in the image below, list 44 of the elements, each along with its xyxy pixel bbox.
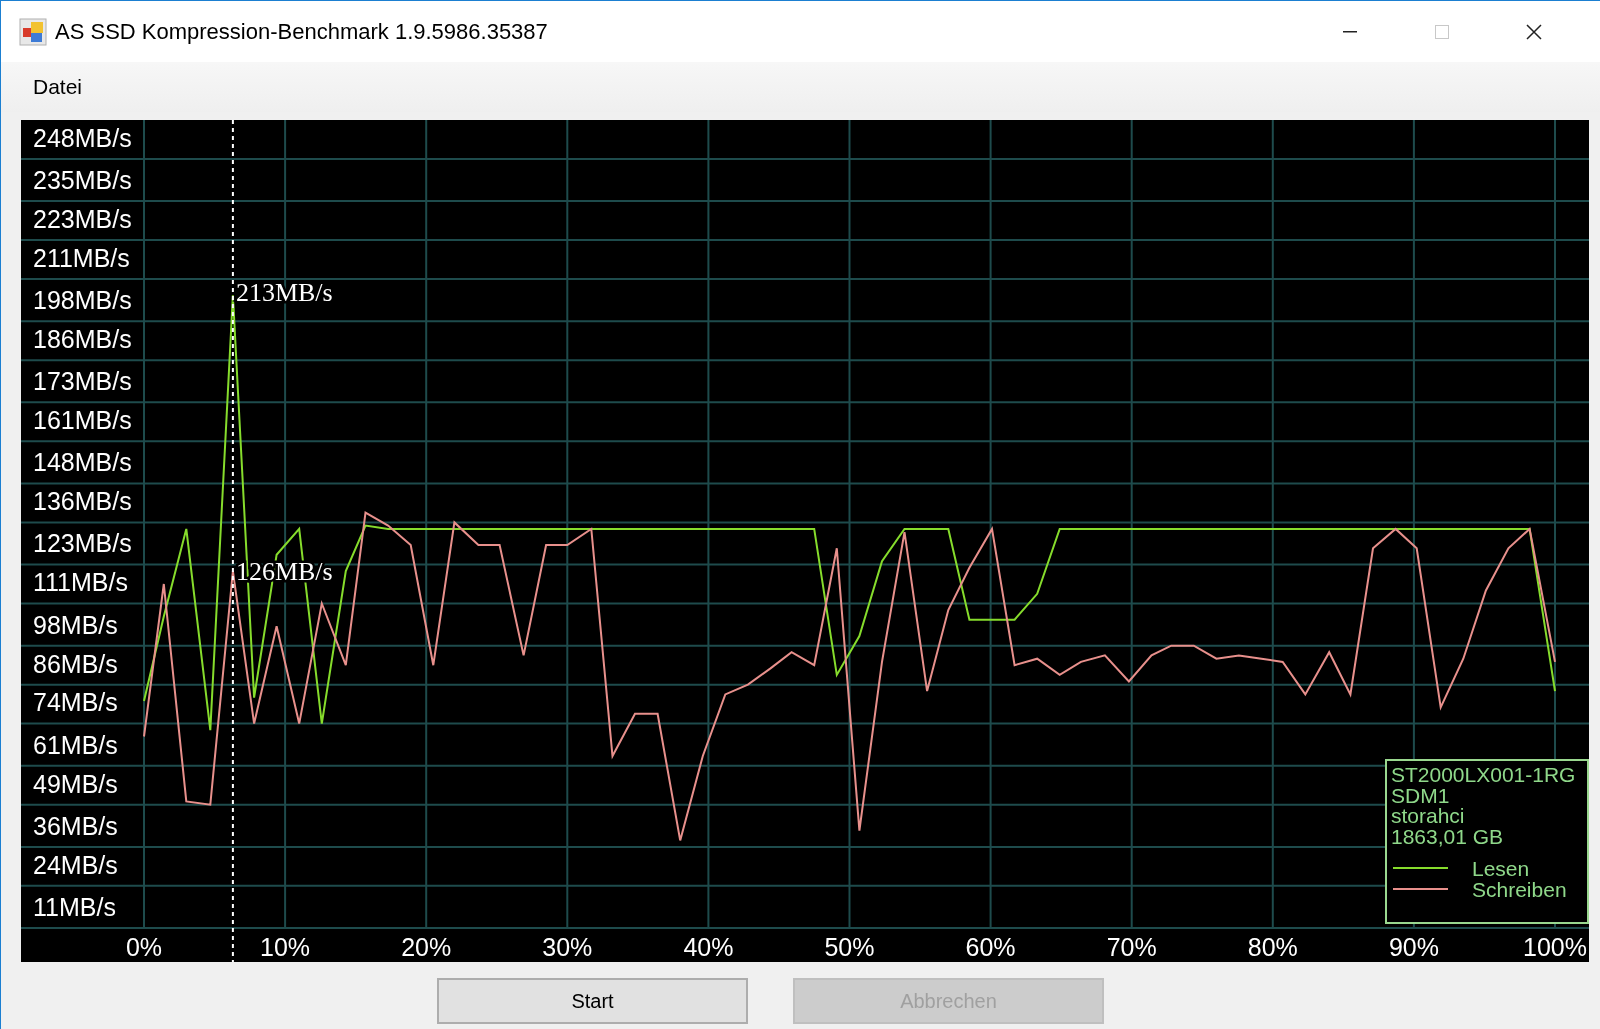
axis-label: 80%	[1247, 933, 1298, 961]
axis-label: 30%	[542, 933, 593, 961]
axis-label: 211MB/s	[33, 243, 130, 272]
axis-label: 90%	[1388, 933, 1439, 961]
axis-label: 50%	[824, 933, 875, 961]
axis-label: 235MB/s	[33, 166, 132, 195]
drive-info-text: 1863,01 GB	[1391, 824, 1504, 848]
axis-label: 161MB/s	[33, 406, 132, 435]
close-icon[interactable]	[1526, 23, 1542, 40]
axis-label: 24MB/s	[33, 850, 118, 879]
axis-label: 111MB/s	[33, 568, 128, 597]
menu-item[interactable]: Datei	[25, 71, 91, 103]
value-label: 213MB/s	[235, 278, 333, 307]
axis-label: 148MB/s	[33, 448, 132, 477]
axis-label: 186MB/s	[33, 325, 132, 354]
legend-label: Schreiben	[1472, 878, 1567, 901]
axis-label: 60%	[965, 933, 1016, 961]
axis-label: 100%	[1523, 933, 1587, 961]
axis-label: 70%	[1106, 933, 1157, 961]
axis-label: 10%	[260, 933, 311, 961]
window-title: AS SSD Kompression-Benchmark 1.9.5986.35387	[55, 18, 548, 45]
axis-label: 20%	[401, 933, 452, 961]
minimize-icon[interactable]	[1343, 30, 1357, 33]
axis-label: 61MB/s	[33, 730, 118, 759]
axis-label: 36MB/s	[33, 811, 118, 840]
axis-label: 198MB/s	[33, 286, 132, 315]
app-icon	[19, 17, 47, 46]
action-button[interactable]: Start	[437, 978, 748, 1024]
legend-label: Lesen	[1472, 857, 1530, 880]
axis-label: 40%	[683, 933, 734, 961]
axis-label: 11MB/s	[33, 892, 116, 921]
axis-label: 74MB/s	[33, 688, 118, 717]
axis-label: 0%	[125, 933, 163, 961]
axis-label: 49MB/s	[33, 769, 118, 798]
axis-label: 98MB/s	[33, 610, 118, 639]
axis-label: 86MB/s	[33, 649, 118, 678]
drive-info-text: ST2000LX001-1RG	[1391, 763, 1576, 786]
axis-label: 136MB/s	[33, 487, 132, 516]
drive-info-text: SDM1	[1391, 783, 1450, 807]
axis-label: 123MB/s	[33, 529, 132, 558]
axis-label: 173MB/s	[33, 367, 132, 396]
axis-label: 223MB/s	[33, 204, 132, 233]
drive-info-text: storahci	[1391, 804, 1465, 827]
axis-label: 248MB/s	[33, 123, 132, 152]
